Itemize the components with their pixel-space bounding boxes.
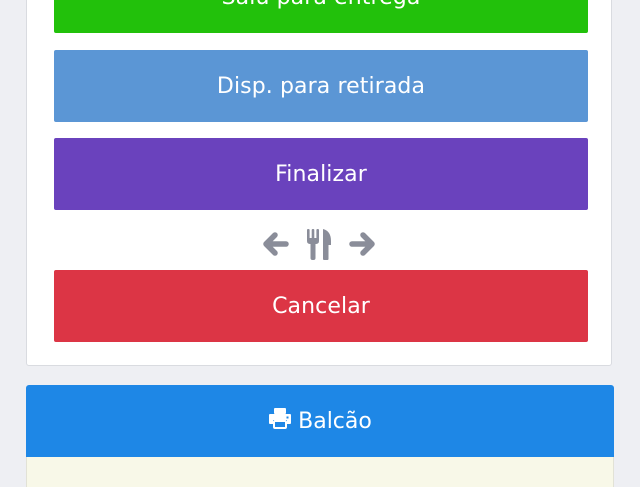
out-for-delivery-button[interactable]: Saiu para entrega [54,0,588,33]
arrow-left-icon[interactable] [260,229,290,259]
printer-icon [268,407,292,435]
order-actions-card: Saiu para entrega Disp. para retirada Fi… [26,0,612,366]
print-counter-button[interactable]: Balcão [26,385,614,457]
ready-for-pickup-button[interactable]: Disp. para retirada [54,50,588,122]
print-counter-label: Balcão [298,408,372,434]
finalize-button[interactable]: Finalizar [54,138,588,210]
order-navigation [27,225,611,263]
arrow-right-icon[interactable] [348,229,378,259]
order-note-panel [26,457,614,487]
cancel-button[interactable]: Cancelar [54,270,588,342]
fork-knife-icon[interactable] [304,227,334,261]
